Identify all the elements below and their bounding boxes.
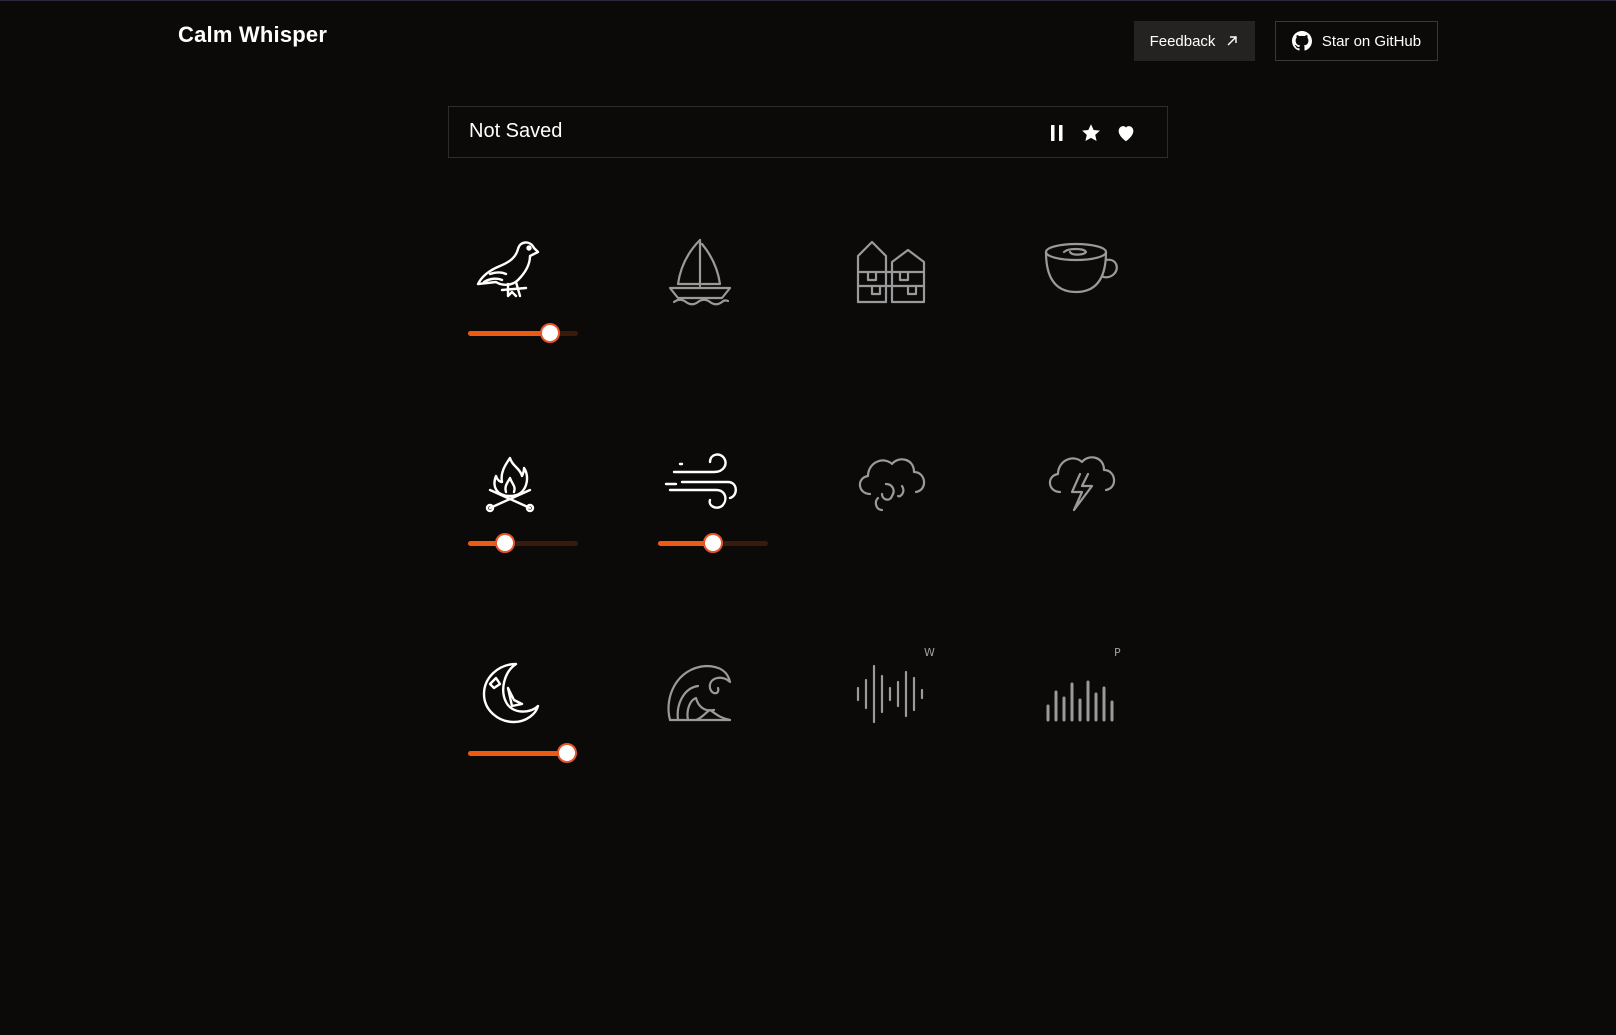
sailboat-icon[interactable] — [658, 228, 742, 312]
volume-slider-campfire[interactable] — [468, 533, 578, 553]
slider-thumb[interactable] — [703, 533, 723, 553]
sound-coffee — [1018, 200, 1168, 390]
campfire-icon[interactable] — [468, 438, 552, 522]
slider-fill — [468, 331, 550, 336]
preset-bar: Not Saved — [448, 106, 1168, 158]
volume-slider-night[interactable] — [468, 743, 578, 763]
pause-icon[interactable] — [1045, 121, 1069, 145]
sound-boat — [638, 200, 788, 390]
rain-cloud-icon[interactable] — [848, 438, 932, 522]
sound-bird — [448, 200, 598, 390]
github-label: Star on GitHub — [1321, 32, 1422, 50]
brand-title[interactable]: Calm Whisper — [178, 22, 327, 48]
sound-waves — [638, 620, 788, 810]
city-icon[interactable] — [848, 228, 932, 312]
pink-noise-badge: P — [1114, 646, 1121, 659]
github-icon — [1291, 31, 1312, 51]
coffee-cup-icon[interactable] — [1038, 228, 1122, 312]
sound-bars-icon[interactable] — [1038, 648, 1122, 732]
thunder-cloud-icon[interactable] — [1038, 438, 1122, 522]
wind-icon[interactable] — [658, 438, 742, 522]
wave-icon[interactable] — [658, 648, 742, 732]
sound-city — [828, 200, 978, 390]
sound-pink-noise: P — [1018, 620, 1168, 810]
preset-title: Not Saved — [469, 120, 563, 142]
top-border — [0, 0, 1616, 1]
moon-stars-icon[interactable] — [468, 648, 552, 732]
feedback-button[interactable]: Feedback — [1134, 21, 1255, 61]
sound-night — [448, 620, 598, 810]
sound-rain — [828, 410, 978, 600]
sound-wave-icon[interactable] — [848, 648, 932, 732]
sound-wind — [638, 410, 788, 600]
slider-thumb[interactable] — [557, 743, 577, 763]
slider-thumb[interactable] — [540, 323, 560, 343]
heart-icon[interactable] — [1114, 121, 1138, 145]
white-noise-badge: W — [924, 646, 935, 659]
slider-fill — [468, 751, 567, 756]
sound-thunder — [1018, 410, 1168, 600]
bird-icon[interactable] — [468, 228, 552, 312]
github-star-button[interactable]: Star on GitHub — [1275, 21, 1438, 61]
sound-white-noise: W — [828, 620, 978, 810]
star-icon[interactable] — [1079, 121, 1103, 145]
slider-thumb[interactable] — [495, 533, 515, 553]
volume-slider-bird[interactable] — [468, 323, 578, 343]
sound-campfire — [448, 410, 598, 600]
feedback-label: Feedback — [1149, 32, 1216, 50]
volume-slider-wind[interactable] — [658, 533, 768, 553]
arrow-up-right-icon — [1225, 34, 1239, 48]
